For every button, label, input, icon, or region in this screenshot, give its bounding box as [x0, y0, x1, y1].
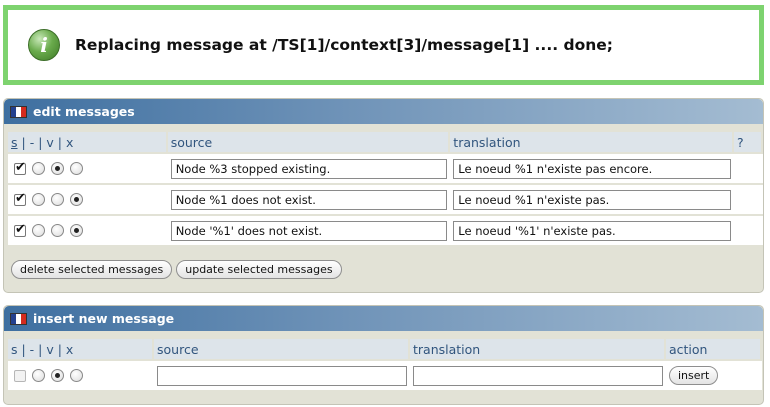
translation-input[interactable]: Le noeud '%1' n'existe pas.	[453, 220, 732, 241]
source-header: source	[167, 132, 451, 152]
v-radio[interactable]	[51, 162, 64, 175]
v-header: v	[46, 134, 54, 150]
x-header: x	[66, 134, 74, 150]
dash-radio[interactable]	[32, 193, 45, 206]
insert-message-table: s | - | v | x source translation action …	[8, 339, 762, 390]
delete-selected-button[interactable]: delete selected messages	[11, 260, 173, 279]
new-source-input[interactable]	[157, 365, 407, 386]
new-translation-input[interactable]	[413, 365, 663, 386]
action-header: action	[666, 339, 762, 359]
edit-messages-table: s | - | v | x source translation ? ✔ Nod…	[8, 132, 763, 245]
x-radio[interactable]	[70, 162, 83, 175]
translation-header: translation	[450, 132, 735, 152]
source-input[interactable]: Node %3 stopped existing.	[170, 158, 448, 179]
select-checkbox[interactable]	[14, 191, 26, 206]
info-icon: i	[28, 29, 60, 61]
insert-message-panel: insert new message s | - | v | x source …	[3, 305, 764, 405]
v-radio[interactable]	[51, 193, 64, 206]
svx-header: s | - | v | x	[8, 132, 168, 152]
insert-message-header: insert new message	[4, 306, 763, 331]
x-radio[interactable]	[70, 369, 83, 382]
translation-header: translation	[410, 339, 666, 359]
french-flag-icon	[10, 105, 27, 118]
source-header: source	[154, 339, 410, 359]
v-radio[interactable]	[51, 224, 64, 237]
insert-button[interactable]: insert	[669, 366, 719, 385]
select-checkbox[interactable]	[14, 369, 26, 382]
insert-message-title: insert new message	[33, 311, 175, 326]
s-sort-link[interactable]: s	[11, 135, 18, 150]
table-row: Node %1 does not exist. Le noeud %1 n'ex…	[8, 183, 763, 214]
x-radio[interactable]	[70, 193, 83, 206]
table-row: Node %3 stopped existing. Le noeud %1 n'…	[8, 152, 763, 183]
edit-messages-title: edit messages	[33, 104, 135, 119]
edit-messages-panel: edit messages s | - | v | x source trans…	[3, 98, 764, 293]
source-input[interactable]: Node %1 does not exist.	[170, 189, 448, 210]
dash-radio[interactable]	[32, 162, 45, 175]
translation-input[interactable]: Le noeud %1 n'existe pas.	[453, 189, 732, 210]
translation-input[interactable]: Le noeud %1 n'existe pas encore.	[453, 158, 732, 179]
select-checkbox[interactable]	[14, 222, 26, 237]
help-header[interactable]: ?	[734, 132, 763, 152]
dash-radio[interactable]	[32, 369, 45, 382]
table-row: Node '%1' does not exist. Le noeud '%1' …	[8, 214, 763, 245]
x-radio[interactable]	[70, 224, 83, 237]
edit-table-header-row: s | - | v | x source translation ?	[8, 132, 763, 152]
status-message-box: i Replacing message at /TS[1]/context[3]…	[3, 5, 764, 85]
insert-table-header-row: s | - | v | x source translation action	[8, 339, 762, 359]
edit-actions: delete selected messages update selected…	[11, 260, 342, 279]
french-flag-icon	[10, 312, 27, 325]
status-message-text: Replacing message at /TS[1]/context[3]/m…	[75, 36, 613, 54]
select-checkbox[interactable]	[14, 160, 26, 175]
v-radio[interactable]	[51, 369, 64, 382]
edit-messages-header: edit messages	[4, 99, 763, 124]
dash-radio[interactable]	[32, 224, 45, 237]
table-row: insert	[8, 359, 762, 390]
dash-header: -	[29, 134, 35, 150]
source-input[interactable]: Node '%1' does not exist.	[170, 220, 448, 241]
update-selected-button[interactable]: update selected messages	[176, 260, 342, 279]
svx-header: s | - | v | x	[8, 339, 154, 359]
